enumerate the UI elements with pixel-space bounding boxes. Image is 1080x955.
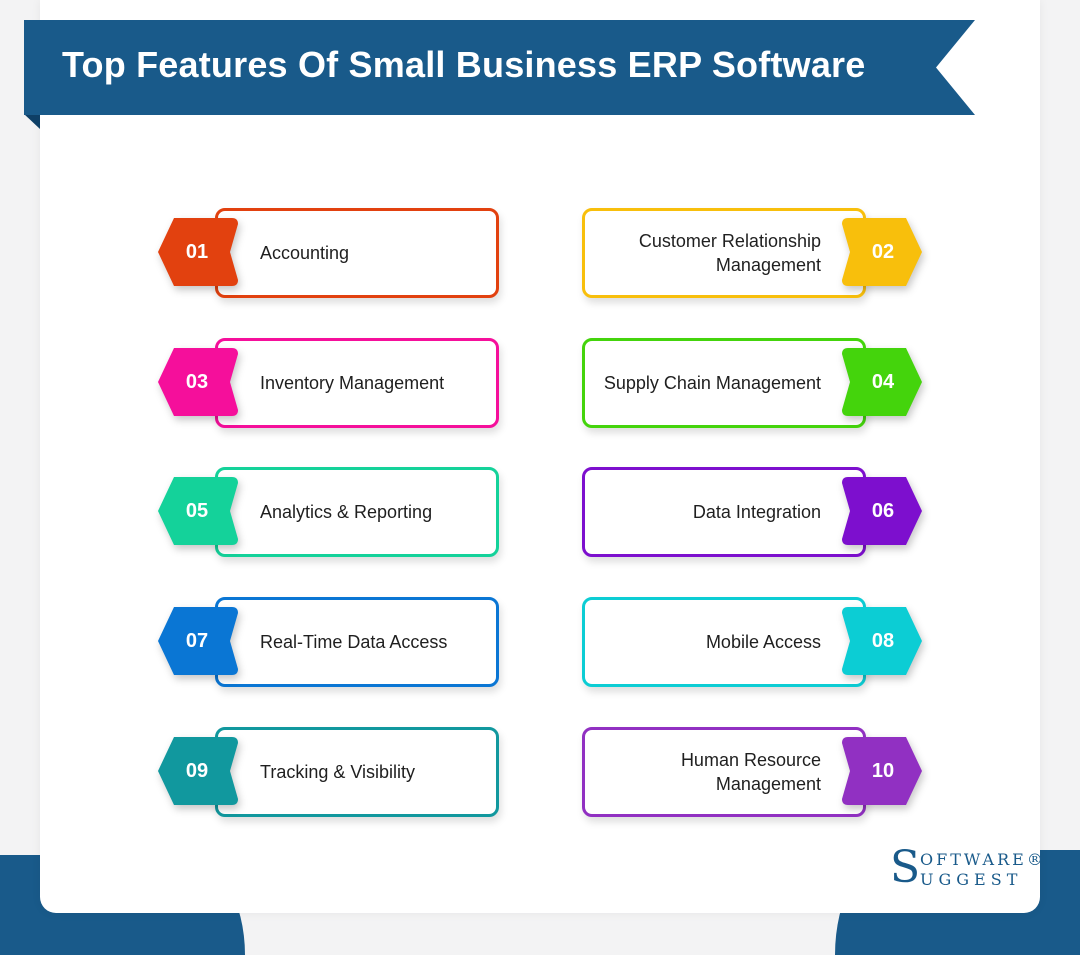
banner-fold xyxy=(24,114,40,129)
feature-item: Accounting 01 xyxy=(158,208,538,303)
feature-item: Analytics & Reporting 05 xyxy=(158,467,538,562)
feature-item: Human Resource Management 10 xyxy=(582,727,962,822)
feature-box: Data Integration xyxy=(582,467,866,557)
feature-item: Inventory Management 03 xyxy=(158,338,538,433)
feature-number-badge: 05 xyxy=(158,477,240,545)
feature-label: Mobile Access xyxy=(705,632,821,652)
feature-box: Accounting xyxy=(215,208,499,298)
feature-number: 09 xyxy=(185,759,209,782)
feature-number: 03 xyxy=(185,370,209,393)
feature-label: Data Integration xyxy=(692,502,821,522)
feature-number-badge: 09 xyxy=(158,737,240,805)
logo-text-bottom: UGGEST xyxy=(920,870,1023,889)
feature-label: Supply Chain Management xyxy=(603,373,821,393)
feature-number-badge: 07 xyxy=(158,607,240,675)
feature-label: Customer Relationship Management xyxy=(638,231,821,275)
feature-item: Tracking & Visibility 09 xyxy=(158,727,538,822)
feature-number: 04 xyxy=(871,370,895,393)
feature-number-badge: 06 xyxy=(840,477,922,545)
feature-item: Mobile Access 08 xyxy=(582,597,962,692)
feature-number: 02 xyxy=(871,240,895,263)
feature-label: Human Resource Management xyxy=(680,750,821,794)
feature-number-badge: 01 xyxy=(158,218,240,286)
feature-box: Inventory Management xyxy=(215,338,499,428)
feature-number: 08 xyxy=(871,629,895,652)
feature-number-badge: 08 xyxy=(840,607,922,675)
logo-text-top: OFTWARE® xyxy=(920,850,1046,869)
title-banner: Top Features Of Small Business ERP Softw… xyxy=(24,20,975,115)
feature-box: Tracking & Visibility xyxy=(215,727,499,817)
feature-number-badge: 02 xyxy=(840,218,922,286)
logo-initial: S xyxy=(890,842,921,893)
feature-label: Inventory Management xyxy=(260,373,445,393)
feature-number: 07 xyxy=(185,629,209,652)
feature-number-badge: 03 xyxy=(158,348,240,416)
feature-number: 10 xyxy=(871,759,895,782)
page-title: Top Features Of Small Business ERP Softw… xyxy=(62,44,866,85)
feature-label: Tracking & Visibility xyxy=(260,762,416,782)
feature-number: 05 xyxy=(185,499,209,522)
feature-box: Mobile Access xyxy=(582,597,866,687)
feature-item: Data Integration 06 xyxy=(582,467,962,562)
feature-number-badge: 10 xyxy=(840,737,922,805)
feature-label: Real-Time Data Access xyxy=(260,632,448,652)
feature-box: Analytics & Reporting xyxy=(215,467,499,557)
feature-label: Analytics & Reporting xyxy=(260,502,433,522)
feature-box: Human Resource Management xyxy=(582,727,866,817)
feature-box: Supply Chain Management xyxy=(582,338,866,428)
feature-item: Real-Time Data Access 07 xyxy=(158,597,538,692)
feature-number: 01 xyxy=(185,240,209,263)
feature-number: 06 xyxy=(871,499,895,522)
feature-item: Supply Chain Management 04 xyxy=(582,338,962,433)
feature-item: Customer Relationship Management 02 xyxy=(582,208,962,303)
feature-label: Accounting xyxy=(260,243,350,263)
feature-number-badge: 04 xyxy=(840,348,922,416)
feature-box: Real-Time Data Access xyxy=(215,597,499,687)
feature-box: Customer Relationship Management xyxy=(582,208,866,298)
